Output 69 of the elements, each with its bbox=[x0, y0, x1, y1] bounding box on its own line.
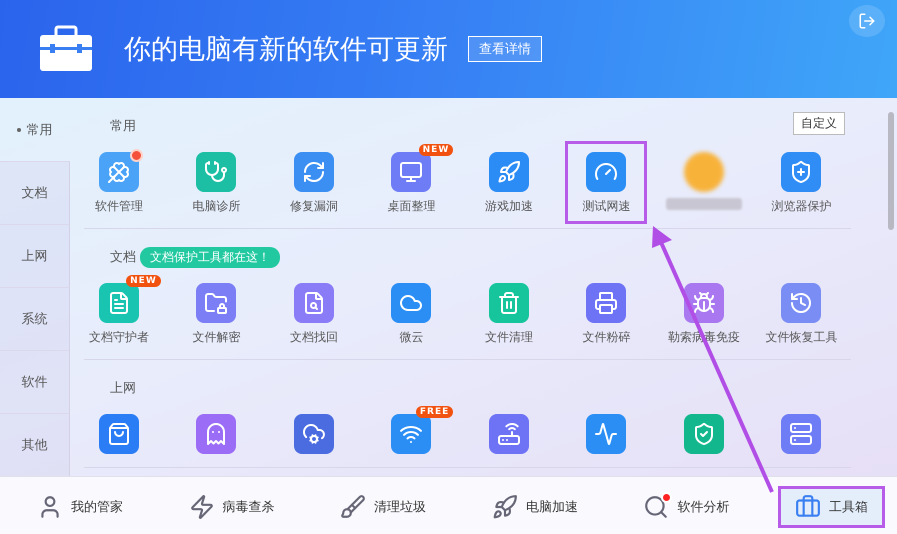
app-icon bbox=[781, 283, 822, 323]
app-icon bbox=[294, 283, 334, 323]
rocket-icon bbox=[492, 494, 518, 520]
tool-item[interactable]: 修复漏洞 bbox=[272, 141, 355, 224]
app-icon bbox=[98, 414, 139, 454]
tool-item[interactable]: 文件恢复工具 bbox=[760, 272, 842, 355]
tool-item[interactable]: 文件清理 bbox=[468, 272, 550, 355]
tool-item[interactable]: 文档找回 bbox=[272, 272, 355, 355]
customize-button[interactable]: 自定义 bbox=[793, 112, 845, 135]
exit-button[interactable] bbox=[849, 5, 885, 37]
update-title: 你的电脑有新的软件可更新 bbox=[124, 33, 448, 67]
sidebar-item[interactable]: 软件 bbox=[0, 350, 70, 413]
sidebar-item[interactable]: 其他 bbox=[0, 413, 70, 476]
nav-tab[interactable]: 软件分析 bbox=[626, 486, 746, 528]
tool-item[interactable]: NEW 桌面整理 bbox=[370, 141, 452, 224]
lightning-icon bbox=[188, 494, 215, 520]
app-icon bbox=[781, 414, 822, 454]
app-icon bbox=[196, 283, 236, 323]
blurred-app-icon bbox=[684, 152, 724, 192]
app-icon bbox=[586, 414, 626, 454]
tool-item[interactable]: 文件解密 bbox=[175, 272, 258, 355]
tip-bubble: 文档保护工具都在这！ bbox=[140, 246, 280, 268]
nav-tab[interactable]: 电脑加速 bbox=[474, 486, 595, 528]
app-icon bbox=[684, 414, 724, 454]
new-badge: FREE bbox=[416, 406, 454, 418]
app-icon bbox=[98, 152, 139, 192]
briefcase-icon bbox=[794, 494, 821, 520]
scrollbar-thumb[interactable] bbox=[888, 112, 894, 230]
sidebar-item[interactable]: 上网 bbox=[0, 224, 70, 287]
new-badge: NEW bbox=[126, 275, 161, 287]
tool-item[interactable]: 测试网速 bbox=[565, 141, 648, 224]
app-icon bbox=[196, 152, 236, 192]
tool-item[interactable]: 微云 bbox=[370, 272, 452, 355]
app-icon bbox=[781, 152, 822, 192]
section-title: 常用 bbox=[110, 118, 136, 135]
nav-tab[interactable]: 病毒查杀 bbox=[172, 486, 292, 528]
section-title: 文档 bbox=[110, 249, 136, 266]
tool-item[interactable]: 游戏加速 bbox=[468, 141, 550, 224]
new-badge: NEW bbox=[418, 144, 454, 156]
exit-icon bbox=[858, 12, 876, 30]
app-icon bbox=[684, 283, 724, 323]
section-title: 上网 bbox=[110, 380, 136, 397]
brush-icon bbox=[340, 494, 366, 520]
app-icon bbox=[488, 414, 529, 454]
sidebar-item[interactable]: 文档 bbox=[0, 161, 70, 224]
sidebar-item[interactable]: 常用 bbox=[0, 98, 70, 161]
app-icon bbox=[586, 152, 626, 192]
app-icon bbox=[391, 283, 432, 323]
tool-item[interactable]: NEW 文档守护者 bbox=[78, 272, 160, 355]
app-icon bbox=[98, 283, 139, 323]
app-icon bbox=[488, 283, 529, 323]
tool-item[interactable]: 软件管理 bbox=[78, 141, 160, 224]
app-icon bbox=[488, 152, 529, 192]
app-icon bbox=[391, 152, 432, 192]
search-icon bbox=[643, 494, 670, 520]
tool-item[interactable]: 文件粉碎 bbox=[565, 272, 648, 355]
nav-tab[interactable]: 工具箱 bbox=[778, 486, 885, 528]
app-icon bbox=[196, 414, 236, 454]
app-icon bbox=[391, 414, 432, 454]
tool-item[interactable]: 电脑诊所 bbox=[175, 141, 258, 224]
tool-item[interactable]: 浏览器保护 bbox=[760, 141, 842, 224]
toolbox-icon bbox=[38, 25, 94, 73]
app-icon bbox=[294, 414, 334, 454]
nav-tab[interactable]: 我的管家 bbox=[20, 486, 140, 528]
nav-tab[interactable]: 清理垃圾 bbox=[323, 486, 444, 528]
sidebar-item[interactable]: 系统 bbox=[0, 287, 70, 350]
tool-item[interactable]: FREE bbox=[370, 403, 452, 463]
app-icon bbox=[586, 283, 626, 323]
app-icon bbox=[294, 152, 334, 192]
